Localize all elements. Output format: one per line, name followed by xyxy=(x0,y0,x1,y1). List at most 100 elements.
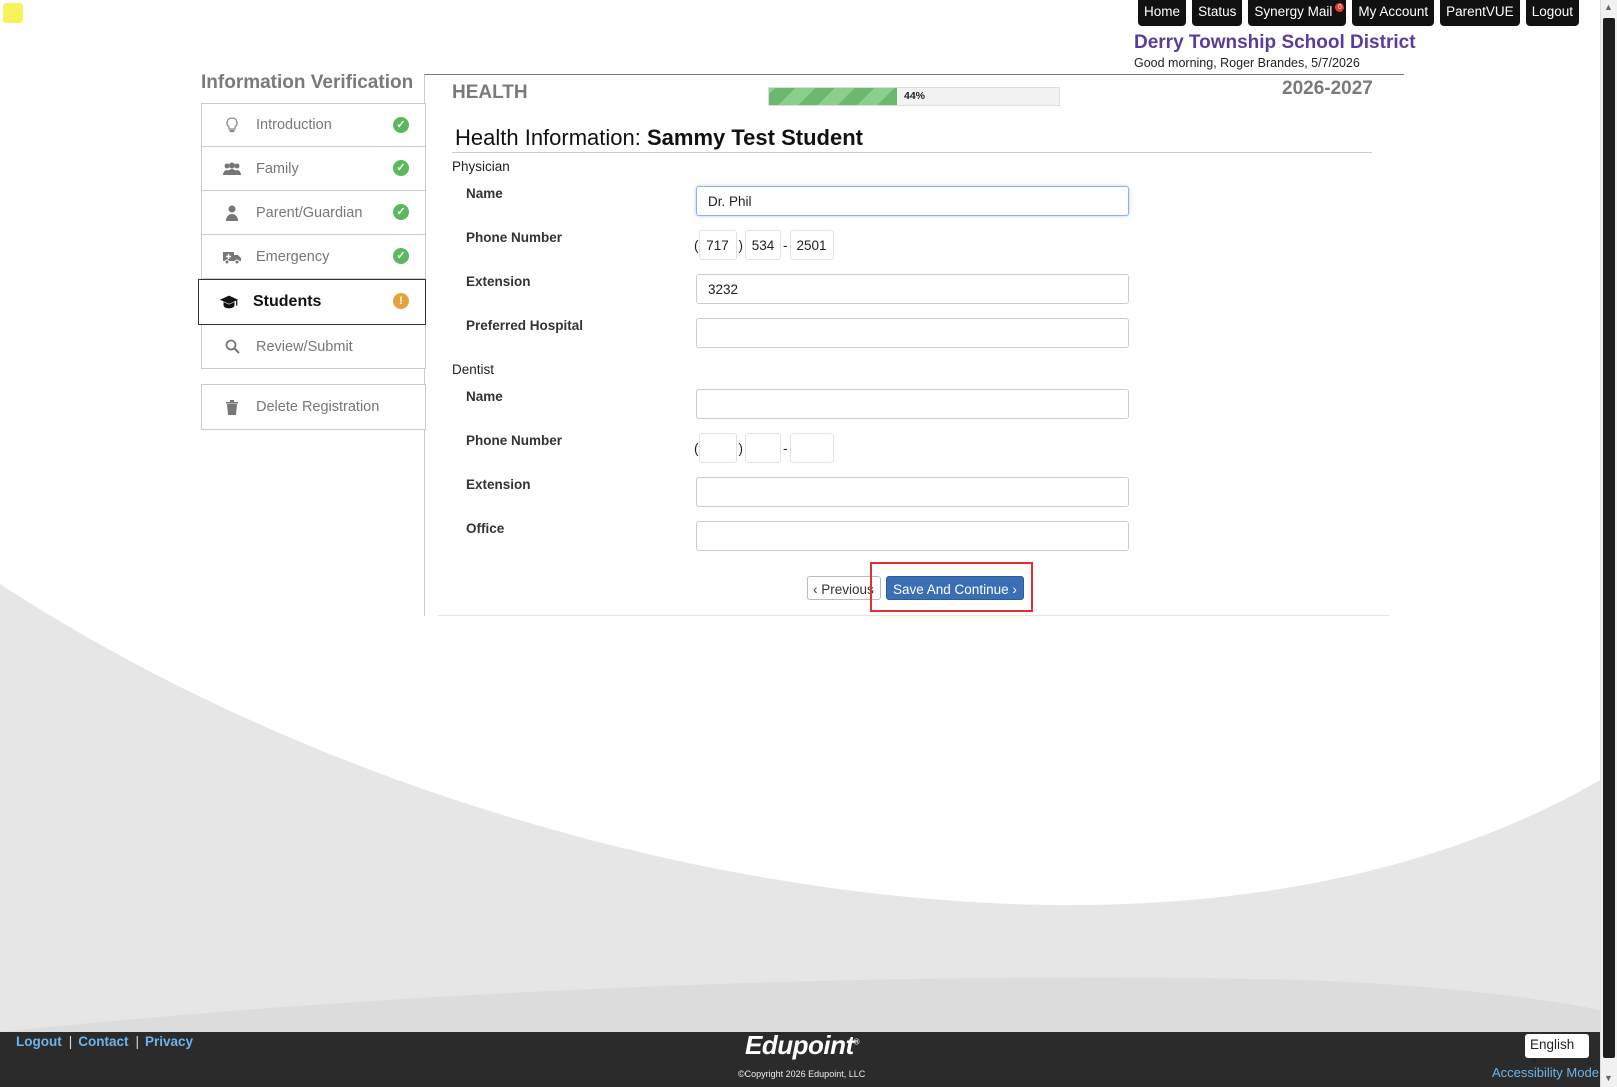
physician-extension-label: Extension xyxy=(466,274,531,289)
physician-extension-input[interactable] xyxy=(696,274,1129,304)
top-navigation: Home Status Synergy Mail 0 My Account Pa… xyxy=(1138,0,1579,26)
save-and-continue-label: Save And Continue xyxy=(893,582,1009,597)
preferred-hospital-input[interactable] xyxy=(696,318,1129,348)
title-divider xyxy=(452,152,1372,153)
sidebar-item-label: Students xyxy=(253,293,322,310)
sidebar-item-label: Emergency xyxy=(256,248,330,265)
sidebar-item-label: Family xyxy=(256,160,299,177)
dentist-extension-input[interactable] xyxy=(696,477,1129,507)
phone-close-paren: ) xyxy=(738,440,744,456)
footer-contact-link[interactable]: Contact xyxy=(78,1034,128,1049)
previous-button[interactable]: ‹ Previous xyxy=(807,576,881,600)
physician-phone-prefix-input[interactable] xyxy=(745,230,781,260)
dentist-phone-field: ( ) - xyxy=(694,433,834,463)
sidebar-item-label: Review/Submit xyxy=(256,338,353,355)
nav-logout[interactable]: Logout xyxy=(1525,0,1579,26)
physician-name-input[interactable] xyxy=(696,186,1129,216)
progress-fill xyxy=(769,88,897,105)
ambulance-icon xyxy=(222,250,242,264)
save-and-continue-button[interactable]: Save And Continue › xyxy=(886,576,1024,600)
phone-open-paren: ( xyxy=(694,440,699,456)
alert-icon: ! xyxy=(393,293,409,309)
phone-open-paren: ( xyxy=(694,237,699,253)
footer-links: Logout | Contact | Privacy xyxy=(16,1034,193,1049)
greeting-text: Good morning, Roger Brandes, 5/7/2026 xyxy=(1134,56,1360,70)
phone-dash: - xyxy=(783,440,788,456)
nav-my-account[interactable]: My Account xyxy=(1352,0,1435,26)
nav-home[interactable]: Home xyxy=(1138,0,1187,26)
check-icon: ✓ xyxy=(393,204,409,220)
sidebar-item-students[interactable]: Students ! xyxy=(198,279,426,325)
school-year: 2026-2027 xyxy=(1282,78,1373,99)
dentist-phone-line-input[interactable] xyxy=(789,433,834,463)
check-icon: ✓ xyxy=(393,160,409,176)
panel-divider xyxy=(438,615,1390,616)
language-select-value: English xyxy=(1530,1037,1575,1052)
page-scrollbar[interactable]: ▲ ▼ xyxy=(1600,0,1617,1087)
section-title: HEALTH xyxy=(452,82,528,103)
sidebar-nav: Introduction ✓ Family ✓ Parent/Guardian … xyxy=(198,103,426,369)
student-name: Sammy Test Student xyxy=(646,125,863,150)
delete-registration-label: Delete Registration xyxy=(256,399,380,415)
physician-phone-label: Phone Number xyxy=(466,230,563,245)
physician-group-label: Physician xyxy=(452,159,510,174)
scroll-up-icon[interactable]: ▲ xyxy=(1604,2,1613,12)
sidebar-item-introduction[interactable]: Introduction ✓ xyxy=(201,103,426,147)
sidebar-item-review-submit[interactable]: Review/Submit xyxy=(201,325,426,369)
dentist-phone-area-input[interactable] xyxy=(698,433,737,463)
chevron-right-icon: › xyxy=(1012,582,1017,597)
page-title: Health Information: Sammy Test Student xyxy=(455,125,863,151)
physician-name-label: Name xyxy=(466,186,503,201)
phone-dash: - xyxy=(783,237,788,253)
footer-separator: | xyxy=(68,1034,73,1049)
users-icon xyxy=(222,162,242,176)
graduation-cap-icon xyxy=(219,294,239,310)
search-icon xyxy=(222,339,242,354)
footer-separator: | xyxy=(135,1034,140,1049)
progress-bar: 44% xyxy=(768,87,1060,106)
phone-close-paren: ) xyxy=(738,237,744,253)
footer-logout-link[interactable]: Logout xyxy=(16,1034,62,1049)
nav-synergy-mail[interactable]: Synergy Mail 0 xyxy=(1248,0,1347,26)
check-icon: ✓ xyxy=(393,248,409,264)
physician-phone-area-input[interactable] xyxy=(698,230,737,260)
edupoint-logo: Edupoint® xyxy=(745,1030,860,1060)
sidebar-item-parent-guardian[interactable]: Parent/Guardian ✓ xyxy=(201,191,426,235)
lightbulb-icon xyxy=(222,117,242,133)
progress-label: 44% xyxy=(904,90,926,102)
nav-synergy-mail-label: Synergy Mail xyxy=(1254,4,1333,19)
physician-phone-field: ( ) - xyxy=(694,230,834,260)
accessibility-mode-link[interactable]: Accessibility Mode xyxy=(1492,1065,1599,1080)
edupoint-logo-text: Edupoint xyxy=(745,1030,854,1060)
footer-privacy-link[interactable]: Privacy xyxy=(145,1034,193,1049)
trash-icon xyxy=(222,399,242,415)
delete-registration-button[interactable]: Delete Registration xyxy=(201,384,426,430)
district-name: Derry Township School District xyxy=(1134,32,1416,53)
language-select[interactable]: English ▼ xyxy=(1525,1034,1589,1066)
previous-button-label: Previous xyxy=(821,582,874,597)
sidebar-item-family[interactable]: Family ✓ xyxy=(201,147,426,191)
dentist-phone-label: Phone Number xyxy=(466,433,563,448)
scroll-thumb[interactable] xyxy=(1603,18,1615,1058)
copyright-text: ©Copyright 2026 Edupoint, LLC xyxy=(738,1069,866,1079)
sidebar-item-emergency[interactable]: Emergency ✓ xyxy=(201,235,426,279)
physician-phone-line-input[interactable] xyxy=(789,230,834,260)
mail-count-badge: 0 xyxy=(1335,3,1345,12)
scroll-down-icon[interactable]: ▼ xyxy=(1604,1073,1613,1083)
page-title-prefix: Health Information: xyxy=(455,125,647,150)
user-icon xyxy=(222,205,242,221)
nav-status[interactable]: Status xyxy=(1192,0,1243,26)
dentist-office-label: Office xyxy=(466,521,505,536)
dentist-name-input[interactable] xyxy=(696,389,1129,419)
dentist-name-label: Name xyxy=(466,389,503,404)
sidebar-item-label: Parent/Guardian xyxy=(256,204,363,221)
dentist-office-input[interactable] xyxy=(696,521,1129,551)
dentist-group-label: Dentist xyxy=(452,362,495,377)
dentist-extension-label: Extension xyxy=(466,477,531,492)
preferred-hospital-label: Preferred Hospital xyxy=(466,318,584,333)
dentist-phone-prefix-input[interactable] xyxy=(745,433,781,463)
sidebar-title: Information Verification xyxy=(201,72,414,93)
nav-parentvue[interactable]: ParentVUE xyxy=(1440,0,1520,26)
chevron-left-icon: ‹ xyxy=(813,582,818,597)
sticky-note-icon[interactable] xyxy=(3,3,23,23)
